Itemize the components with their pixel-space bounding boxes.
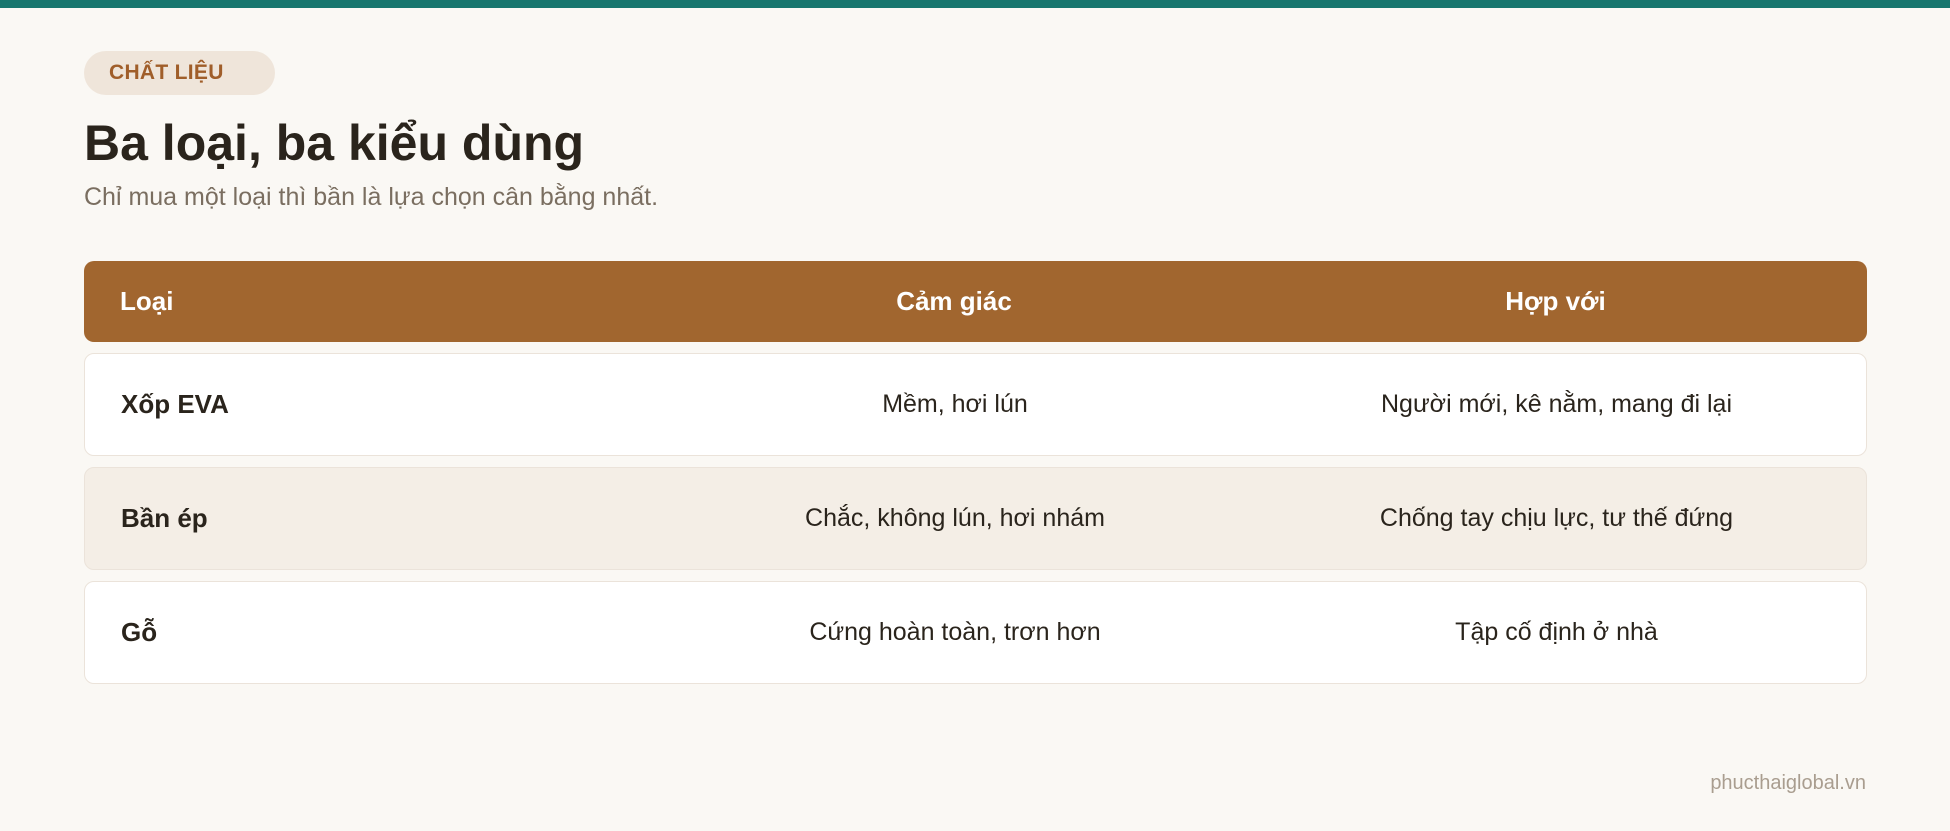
- cell-feel: Chắc, không lún, hơi nhám: [805, 504, 1105, 532]
- table-row: Xốp EVA Mềm, hơi lún Người mới, kê nằm, …: [84, 353, 1867, 456]
- table-row: Gỗ Cứng hoàn toàn, trơn hơn Tập cố định …: [84, 581, 1867, 684]
- column-header-suited-for: Hợp với: [1505, 286, 1606, 316]
- page-title: Ba loại, ba kiểu dùng: [84, 115, 585, 171]
- section-content: CHẤT LIỆU Ba loại, ba kiểu dùng Chỉ mua …: [84, 51, 1867, 684]
- site-watermark: phucthaiglobal.vn: [1710, 772, 1866, 794]
- cell-type: Gỗ: [121, 617, 158, 647]
- materials-table: Loại Cảm giác Hợp với Xốp EVA Mềm, hơi l…: [84, 261, 1867, 684]
- cell-type: Bần ép: [121, 503, 208, 533]
- table-row: Bần ép Chắc, không lún, hơi nhám Chống t…: [84, 467, 1867, 570]
- cell-suited-for: Người mới, kê nằm, mang đi lại: [1380, 390, 1733, 418]
- cell-feel: Mềm, hơi lún: [882, 390, 1028, 418]
- cell-feel: Cứng hoàn toàn, trơn hơn: [809, 618, 1101, 646]
- table-header: Loại Cảm giác Hợp với: [84, 261, 1867, 342]
- top-accent-bar: [0, 0, 1950, 8]
- section-tag: CHẤT LIỆU: [84, 51, 275, 95]
- cell-suited-for: Tập cố định ở nhà: [1455, 618, 1658, 646]
- column-header-feel: Cảm giác: [896, 286, 1012, 316]
- cell-type: Xốp EVA: [121, 389, 229, 419]
- column-header-type: Loại: [120, 286, 174, 316]
- page-subtitle: Chỉ mua một loại thì bần là lựa chọn cân…: [84, 183, 659, 211]
- cell-suited-for: Chống tay chịu lực, tư thế đứng: [1379, 504, 1734, 532]
